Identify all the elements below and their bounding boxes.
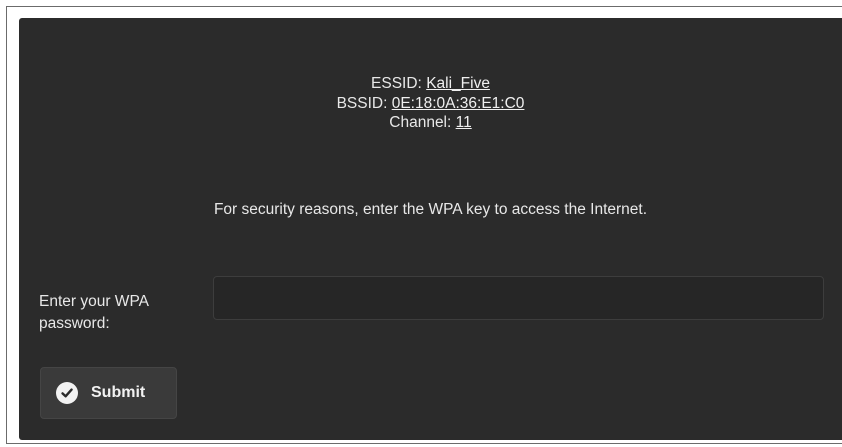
- submit-button[interactable]: Submit: [40, 367, 177, 419]
- channel-line: Channel: 11: [19, 113, 842, 133]
- check-circle-icon: [56, 382, 78, 404]
- submit-label: Submit: [91, 384, 146, 401]
- login-panel: ESSID: Kali_Five BSSID: 0E:18:0A:36:E1:C…: [19, 18, 842, 440]
- password-label: Enter your WPA password:: [39, 291, 209, 335]
- network-info: ESSID: Kali_Five BSSID: 0E:18:0A:36:E1:C…: [19, 74, 842, 133]
- channel-value: 11: [455, 114, 472, 131]
- essid-label: ESSID:: [371, 75, 427, 92]
- password-input[interactable]: [213, 276, 824, 320]
- password-label-line2: password:: [39, 315, 110, 332]
- bssid-line: BSSID: 0E:18:0A:36:E1:C0: [19, 94, 842, 114]
- channel-label: Channel:: [389, 114, 456, 131]
- bssid-value: 0E:18:0A:36:E1:C0: [391, 94, 525, 112]
- essid-line: ESSID: Kali_Five: [19, 74, 842, 94]
- password-label-line1: Enter your WPA: [39, 293, 149, 310]
- essid-value: Kali_Five: [426, 75, 490, 92]
- security-notice: For security reasons, enter the WPA key …: [213, 201, 648, 218]
- bssid-label: BSSID:: [336, 94, 392, 112]
